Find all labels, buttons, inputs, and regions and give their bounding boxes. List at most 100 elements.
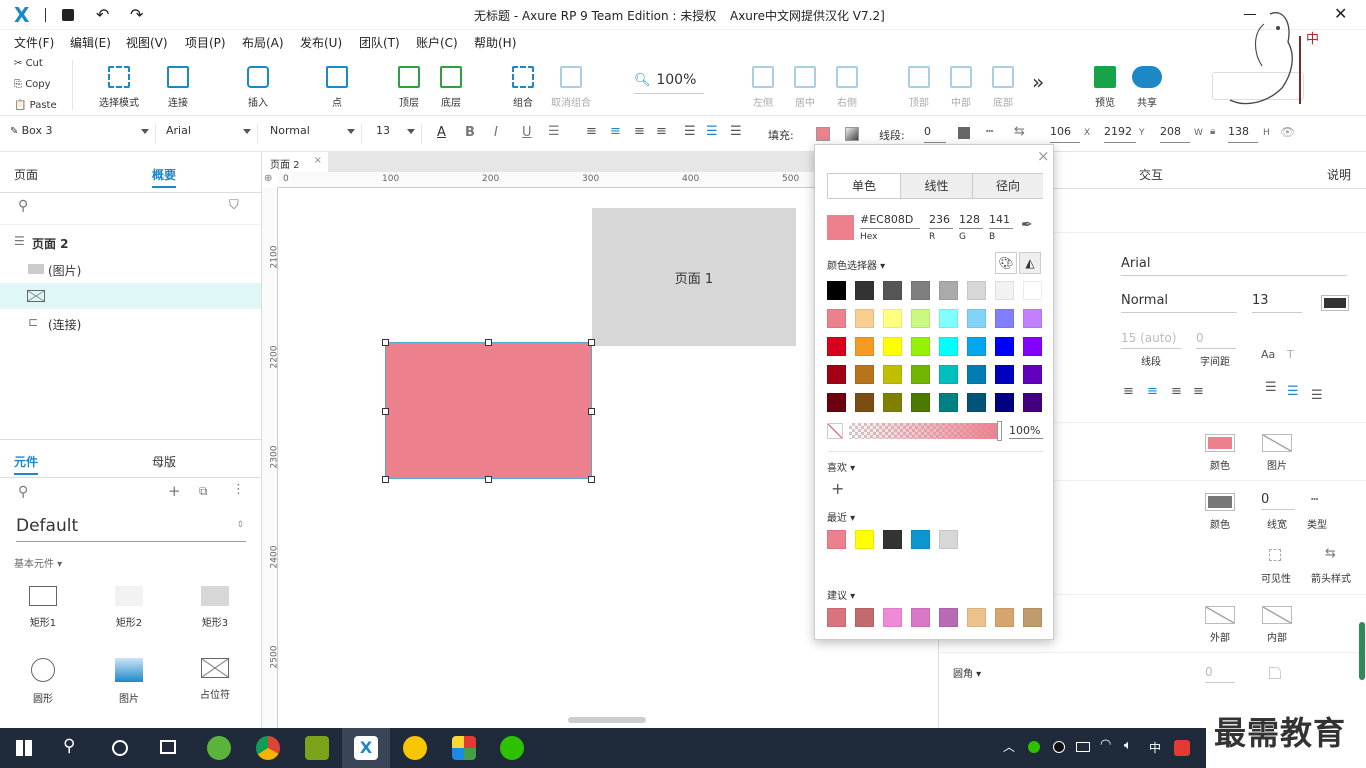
lock-ratio-icon[interactable]: 🔒︎: [1210, 126, 1215, 137]
undo-icon[interactable]: ↶: [96, 5, 109, 24]
favorites-label[interactable]: 喜欢 ▾: [827, 459, 855, 474]
palette-swatch[interactable]: [911, 365, 930, 384]
task-view-icon[interactable]: [160, 740, 176, 754]
filter-icon[interactable]: ⛉: [229, 198, 239, 213]
widget-placeholder[interactable]: 占位符: [185, 658, 245, 701]
selector-label[interactable]: 颜色选择器 ▾: [827, 257, 885, 272]
connect-button[interactable]: 连接: [153, 66, 203, 109]
palette-swatch[interactable]: [1023, 281, 1042, 300]
palette-swatch[interactable]: [939, 365, 958, 384]
category-label[interactable]: 基本元件 ▾: [14, 555, 62, 570]
corner-radius-label[interactable]: 圆角 ▾: [953, 665, 981, 680]
opacity-input[interactable]: 100%: [1009, 424, 1043, 439]
text-align-right-icon[interactable]: ≡: [1171, 384, 1182, 399]
palette-swatch[interactable]: [883, 365, 902, 384]
app-colorful-icon[interactable]: [452, 736, 476, 760]
palette-swatch[interactable]: [883, 281, 902, 300]
resize-handle[interactable]: [588, 339, 595, 346]
font-size-input[interactable]: 13: [1252, 293, 1302, 313]
menu-view[interactable]: 视图(V): [126, 34, 168, 51]
resize-handle[interactable]: [382, 339, 389, 346]
recent-swatch[interactable]: [827, 530, 846, 549]
valign-top-icon[interactable]: ☰: [684, 124, 696, 139]
palette-swatch[interactable]: [939, 337, 958, 356]
underline-icon[interactable]: U: [522, 125, 532, 140]
palette-swatch[interactable]: [967, 281, 986, 300]
tray-wechat-icon[interactable]: [1028, 741, 1040, 753]
height-input[interactable]: 138: [1228, 125, 1258, 143]
outline-item-connector[interactable]: ⊏ (连接): [0, 310, 261, 336]
outer-shadow-picker[interactable]: [1205, 606, 1235, 624]
stroke-color-swatch[interactable]: [958, 127, 970, 139]
insert-button[interactable]: 插入: [233, 66, 283, 109]
fill-color-swatch[interactable]: [816, 127, 830, 141]
menu-file[interactable]: 文件(F): [14, 34, 54, 51]
visibility-icon[interactable]: 👁︎: [1280, 125, 1295, 139]
arrow-style-icon[interactable]: ⇆: [1014, 124, 1025, 139]
paste-button[interactable]: 📋 Paste: [14, 100, 57, 111]
resize-handle[interactable]: [485, 339, 492, 346]
tab-radial[interactable]: 径向: [972, 174, 1043, 198]
tab-linear[interactable]: 线性: [900, 174, 972, 198]
italic-icon[interactable]: I: [494, 125, 498, 140]
palette-swatch[interactable]: [911, 393, 930, 412]
suggested-swatch[interactable]: [939, 608, 958, 627]
search-icon[interactable]: ⚲: [18, 198, 28, 214]
text-valign-top-icon[interactable]: ☰: [1265, 380, 1277, 395]
palette-icon[interactable]: 🎨︎: [995, 252, 1017, 274]
widget-rectangle1[interactable]: 矩形1: [13, 586, 73, 629]
blue-input[interactable]: 141: [989, 213, 1013, 229]
palette-swatch[interactable]: [883, 309, 902, 328]
menu-help[interactable]: 帮助(H): [474, 34, 516, 51]
palette-swatch[interactable]: [883, 337, 902, 356]
zoom-control[interactable]: 🔍︎ 100%: [634, 72, 704, 94]
more-tools-button[interactable]: »: [1032, 70, 1044, 94]
app-360-icon[interactable]: [207, 736, 231, 760]
close-icon[interactable]: ×: [314, 155, 322, 166]
weight-dropdown[interactable]: Normal: [268, 124, 362, 144]
palette-swatch[interactable]: [855, 365, 874, 384]
size-dropdown[interactable]: 13: [374, 124, 422, 144]
palette-swatch[interactable]: [855, 309, 874, 328]
border-visibility-icon[interactable]: [1269, 549, 1281, 561]
cut-button[interactable]: ✂ Cut: [14, 58, 43, 69]
widget-rectangle2[interactable]: 矩形2: [99, 586, 159, 629]
tab-notes[interactable]: 说明: [1327, 166, 1351, 183]
menu-team[interactable]: 团队(T): [359, 34, 400, 51]
resize-handle[interactable]: [382, 408, 389, 415]
redo-icon[interactable]: ↷: [130, 5, 143, 24]
line-height-input[interactable]: 15 (auto): [1121, 331, 1181, 349]
suggested-swatch[interactable]: [883, 608, 902, 627]
recent-swatch[interactable]: [883, 530, 902, 549]
tab-interactions[interactable]: 交互: [1139, 166, 1163, 183]
select-mode-button[interactable]: 选择模式: [94, 66, 144, 109]
letter-spacing-input[interactable]: 0: [1196, 331, 1236, 349]
app-plus-icon[interactable]: [403, 736, 427, 760]
search-icon[interactable]: ⚲: [63, 736, 75, 756]
save-icon[interactable]: [62, 9, 74, 21]
library-select[interactable]: Default ⇕: [16, 516, 246, 542]
vertical-scrollbar[interactable]: [1359, 622, 1365, 680]
palette-swatch[interactable]: [1023, 337, 1042, 356]
add-favorite-icon[interactable]: +: [831, 479, 844, 498]
menu-publish[interactable]: 发布(U): [300, 34, 342, 51]
more-options-icon[interactable]: ⋮: [232, 482, 245, 497]
shadow-swatch[interactable]: [845, 127, 859, 141]
chrome-icon[interactable]: [256, 736, 280, 760]
font-weight-select[interactable]: Normal: [1121, 293, 1237, 313]
close-button[interactable]: ✕: [1334, 4, 1347, 23]
arrow-style-icon[interactable]: ⇆: [1325, 546, 1336, 561]
send-to-back-button[interactable]: 底层: [426, 66, 476, 109]
font-color-swatch[interactable]: [1321, 295, 1349, 311]
search-icon[interactable]: ⚲: [18, 484, 28, 500]
eyedropper-icon[interactable]: ✒: [1021, 217, 1033, 233]
palette-swatch[interactable]: [995, 365, 1014, 384]
library-copy-icon[interactable]: ⧉: [199, 484, 208, 499]
red-input[interactable]: 236: [929, 213, 953, 229]
wifi-icon[interactable]: ◠: [1100, 737, 1111, 752]
gray-box-page1[interactable]: 页面 1: [592, 208, 796, 346]
outline-item-image[interactable]: (图片): [0, 256, 261, 282]
volume-icon[interactable]: 🔈︎: [1124, 738, 1132, 753]
x-input[interactable]: 106: [1050, 125, 1080, 143]
palette-swatch[interactable]: [967, 365, 986, 384]
